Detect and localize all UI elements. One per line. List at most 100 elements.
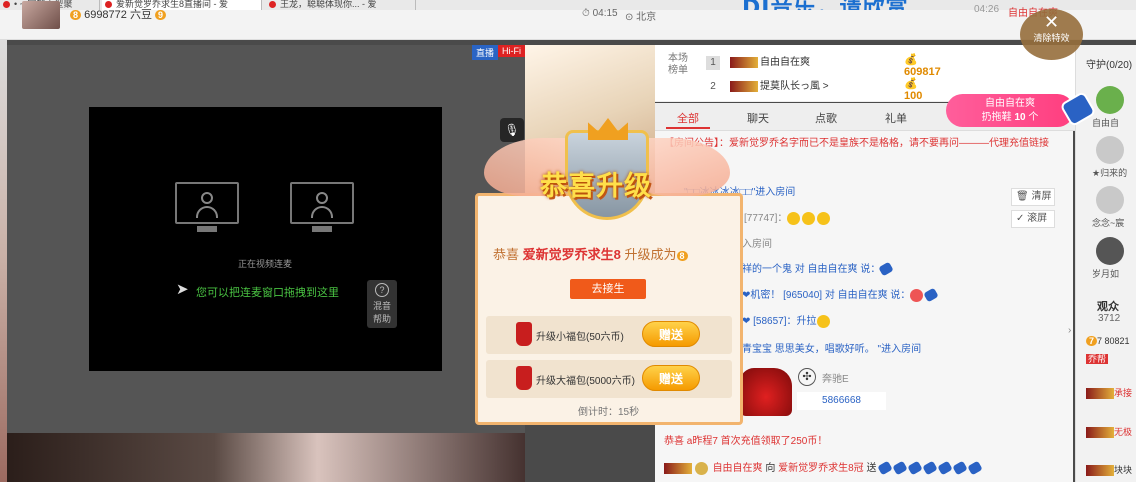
person-body	[196, 206, 218, 218]
gift-icon	[967, 461, 983, 476]
person-icon	[316, 192, 328, 204]
guard-avatar[interactable]	[1096, 136, 1124, 164]
rank-badge-icon	[730, 56, 758, 68]
gift-package-button[interactable]: 赠送	[642, 321, 700, 347]
audience-item[interactable]: 77 80821	[1086, 336, 1130, 346]
gift-icon	[877, 461, 893, 476]
tab-song[interactable]: 点歌	[815, 110, 837, 126]
help-label-1: 混音	[372, 301, 391, 311]
go-deliver-button[interactable]: 去接生	[570, 279, 646, 299]
clear-screen-button[interactable]: 🗑 清屏	[1011, 188, 1055, 206]
audience-item[interactable]: 无极	[1086, 425, 1132, 439]
audience-name: 承接	[1114, 388, 1133, 398]
gift-banner-detail: 扔拖鞋 10 个	[946, 111, 1074, 125]
user-badge-icon	[1086, 388, 1114, 400]
person-icon	[201, 192, 213, 204]
gift-verb: 向	[765, 463, 776, 474]
mic-icon[interactable]: 🎙	[500, 118, 524, 142]
tab-label: 王龙，聪聪体现你... - 爱	[280, 0, 377, 9]
gift-icon	[937, 461, 953, 476]
guard-icon	[694, 461, 708, 475]
gift-banner-unit: 个	[1028, 112, 1039, 123]
chat-text: ❤机密！ [965040] 对 自由自在爽 说：	[742, 290, 911, 301]
left-edge-image	[0, 40, 7, 482]
room-notice: 【房间公告】：爱新觉罗乔名字而已不是皇族不是格格，请不要再问———代理充值链接	[664, 138, 1049, 149]
gift-banner-name: 自由自在爽	[985, 98, 1035, 109]
live-badge[interactable]: 直播	[472, 45, 499, 60]
rank-badge-icon	[730, 80, 758, 92]
location: ⊙ 北京	[625, 12, 657, 23]
emoji-icon	[816, 314, 830, 328]
car-name: 奔驰E	[822, 374, 849, 385]
room-info: 8 6998772 六豆 9	[70, 6, 167, 22]
levelup-suffix: 升级成为	[624, 247, 677, 262]
package-row: 升级小福包(50六币) 赠送	[486, 316, 732, 354]
clear-effects-button[interactable]: ✕ 清除特效	[1020, 9, 1083, 60]
recharge-message: 恭喜 a昨程7 首次充值领取了250币！	[664, 436, 828, 447]
rank-number: 1	[706, 56, 720, 70]
help-label-2: 帮助	[372, 314, 391, 324]
rank-score-wrap: 💰100	[904, 78, 923, 102]
guard-name: 自由自	[1092, 118, 1120, 128]
benz-logo-icon: ✣	[798, 368, 816, 386]
red-packet-icon	[516, 366, 532, 390]
new-level-badge: 8	[676, 251, 688, 261]
emoji-icon	[817, 211, 831, 225]
ranking-row[interactable]: 1 自由自在爽 💰609817	[706, 53, 941, 78]
person-body	[311, 206, 333, 218]
audience-item[interactable]: 块块	[1086, 463, 1132, 477]
anchor-avatar[interactable]	[22, 1, 60, 29]
rank-score-wrap: 💰609817	[904, 54, 941, 78]
gift-icon	[923, 288, 940, 303]
package-label: 升级小福包(50六币)	[536, 332, 624, 343]
monitor-icon	[290, 182, 354, 232]
guard-avatar[interactable]	[1096, 86, 1124, 114]
avatar-icon	[910, 288, 924, 302]
level-icon: 7	[1086, 336, 1098, 346]
chat-message: 青宝宝 思思美女，唱歌好听。 "进入房间	[742, 344, 922, 355]
tab-favicon-icon	[269, 1, 276, 8]
scroll-screen-button[interactable]: ✓ 滚屏	[1011, 210, 1055, 228]
user-badge-icon	[664, 462, 692, 474]
audience-name: 7 80821	[1097, 336, 1130, 346]
guard-name: 岁月如	[1092, 269, 1120, 279]
level-badge: 8	[70, 10, 82, 20]
guard-avatar[interactable]	[1096, 186, 1124, 214]
gift-package-button[interactable]: 赠送	[642, 365, 700, 391]
gift-from: 自由自在爽	[712, 463, 763, 474]
gift-send: 送	[866, 463, 877, 474]
chat-text: ❤ [58657]：升拉	[742, 316, 817, 327]
currency-level-badge: 9	[155, 10, 167, 20]
gift-icon	[952, 461, 968, 476]
hifi-badge[interactable]: Hi-Fi	[498, 45, 525, 57]
ranking-row[interactable]: 2 提莫队长っ風 > 💰100	[706, 77, 922, 102]
tab-favicon-icon	[3, 1, 10, 8]
mix-help-button[interactable]: ? 混音 帮助	[367, 280, 397, 328]
chevron-right-icon[interactable]: ›	[1068, 325, 1071, 336]
clear-effects-label: 清除特效	[1033, 33, 1070, 43]
user-badge-icon	[1086, 427, 1114, 439]
gift-icon	[907, 461, 923, 476]
tab-underline	[666, 127, 710, 129]
rank-name: 自由自在爽	[760, 57, 810, 68]
co-stream-box	[89, 107, 442, 371]
gift-icon	[878, 262, 895, 277]
audience-item[interactable]: 承接	[1086, 386, 1133, 400]
tab-chat[interactable]: 聊天	[747, 110, 769, 126]
camera-preview	[7, 433, 525, 482]
chat-message: ❤ [58657]：升拉	[742, 312, 832, 328]
browser-tab[interactable]: 王龙，聪聪体现你... - 爱	[266, 0, 416, 10]
tab-all[interactable]: 全部	[677, 110, 699, 126]
guard-name: ★归来的	[1092, 168, 1128, 178]
audience-item[interactable]: 乔帮	[1086, 352, 1109, 365]
guard-avatar[interactable]	[1096, 237, 1124, 265]
guard-title[interactable]: 守护(0/20)	[1086, 56, 1132, 71]
currency-label: 六豆	[129, 9, 152, 21]
room-id: 6998772	[84, 9, 127, 21]
chat-user-id: [77747]：	[744, 213, 788, 224]
levelup-message: 恭喜 爱新觉罗乔求生8 升级成为 8	[493, 244, 688, 263]
emoji-icon	[787, 211, 801, 225]
tab-gift-list[interactable]: 礼单	[885, 110, 907, 126]
clear-label: 清屏	[1031, 191, 1052, 202]
clock-time-value: 04:15	[592, 8, 618, 19]
